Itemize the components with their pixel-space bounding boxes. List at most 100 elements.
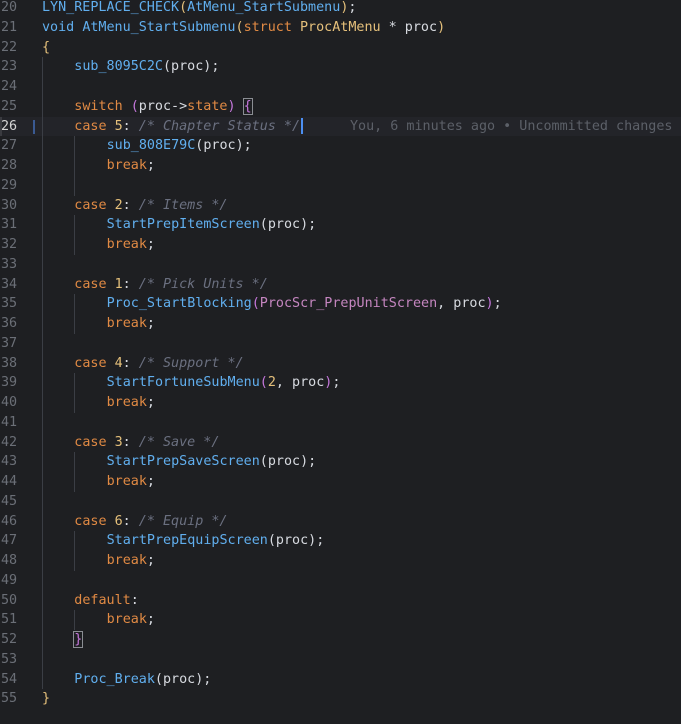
code-line[interactable]: 44 break; [0, 472, 681, 492]
line-number[interactable]: 25 [0, 97, 25, 117]
code-line[interactable]: 53 [0, 649, 681, 670]
code-line[interactable]: 21 void AtMenu_StartSubmenu(struct ProcAt… [0, 18, 681, 38]
code-line[interactable]: 37 [0, 333, 681, 354]
code-token: ; [348, 0, 357, 15]
indent-guide [42, 570, 43, 591]
code-line[interactable]: 30 case 2: /* Items */ [0, 195, 681, 216]
code-text: StartPrepItemScreen(proc); [107, 215, 317, 235]
indent-guide [42, 630, 43, 650]
line-number[interactable]: 36 [0, 314, 25, 334]
code-text: { [42, 38, 50, 58]
code-text: LYN_REPLACE_CHECK(AtMenu_StartSubmenu); [42, 0, 356, 18]
code-line[interactable]: 22 { [0, 38, 681, 58]
code-line[interactable]: 34 case 1: /* Pick Units */ [0, 274, 681, 295]
line-number[interactable]: 50 [0, 591, 25, 611]
code-token: break [106, 395, 147, 410]
code-line[interactable]: 39 StartFortuneSubMenu(2, proc); [0, 373, 681, 393]
line-number[interactable]: 34 [0, 275, 25, 295]
code-line[interactable]: 35 Proc_StartBlocking(ProcScr_PrepUnitScr… [0, 294, 681, 314]
code-token: LYN_REPLACE_CHECK [42, 0, 180, 15]
line-number[interactable]: 28 [0, 156, 25, 176]
code-line[interactable]: 43 StartPrepSaveScreen(proc); [0, 452, 681, 472]
code-line[interactable]: 26 case 5: /* Chapter Status */ You, 6 min… [0, 116, 681, 137]
code-line[interactable]: 20 LYN_REPLACE_CHECK(AtMenu_StartSubmenu)… [0, 0, 681, 18]
indent-guide [42, 353, 43, 374]
code-line[interactable]: 40 break; [0, 393, 681, 413]
line-number[interactable]: 27 [0, 136, 25, 156]
code-line[interactable]: 50 default: [0, 590, 681, 611]
line-number[interactable]: 26 [0, 117, 25, 137]
line-number[interactable]: 33 [0, 255, 25, 275]
code-token: StartPrepItemScreen [106, 217, 260, 233]
code-line[interactable]: 28 break; [0, 156, 681, 176]
line-number[interactable]: 51 [0, 610, 25, 630]
code-token: { [242, 97, 253, 115]
line-number[interactable]: 55 [0, 689, 25, 709]
code-line[interactable]: 54 Proc_Break(proc); [0, 669, 681, 690]
code-line[interactable]: 55} [0, 689, 681, 709]
line-number[interactable]: 41 [0, 413, 25, 433]
code-token: struct [243, 19, 300, 35]
code-token: 2 [114, 197, 123, 213]
indent-guide [74, 551, 76, 571]
indent-guide [42, 136, 43, 156]
line-number[interactable]: 35 [0, 294, 25, 314]
code-line[interactable]: 41 [0, 412, 681, 433]
code-token: void [42, 19, 83, 35]
code-line[interactable]: 38 case 4: /* Support */ [0, 353, 681, 374]
code-line[interactable]: 52} [0, 630, 681, 650]
indent-guide [74, 373, 76, 393]
line-number[interactable]: 44 [0, 472, 25, 492]
line-number[interactable]: 53 [0, 650, 25, 670]
line-number[interactable]: 48 [0, 551, 25, 571]
line-number[interactable]: 22 [0, 38, 25, 58]
line-number[interactable]: 45 [0, 492, 25, 512]
code-line[interactable]: 49 [0, 570, 681, 591]
code-line[interactable]: 23 sub_8095C2C(proc); [0, 57, 681, 77]
code-text: case 2: /* Items */ [74, 196, 227, 216]
indent-guide [74, 472, 76, 492]
code-line[interactable]: 36 break; [0, 314, 681, 334]
line-number[interactable]: 30 [0, 196, 25, 216]
line-number[interactable]: 37 [0, 334, 25, 354]
line-number[interactable]: 39 [0, 373, 25, 393]
code-line[interactable]: 47 StartPrepEquipScreen(proc); [0, 531, 681, 551]
code-editor[interactable]: 20 LYN_REPLACE_CHECK(AtMenu_StartSubmenu)… [0, 0, 681, 709]
code-line[interactable]: 46 case 6: /* Equip */ [0, 511, 681, 532]
line-number[interactable]: 23 [0, 57, 25, 77]
code-line[interactable]: 33 [0, 254, 681, 275]
line-number[interactable]: 38 [0, 354, 25, 374]
code-text: case 6: /* Equip */ [74, 512, 227, 532]
line-number[interactable]: 31 [0, 215, 25, 235]
code-text: break; [107, 610, 155, 630]
line-number[interactable]: 40 [0, 393, 25, 413]
line-number[interactable]: 47 [0, 531, 25, 551]
line-number[interactable]: 32 [0, 235, 25, 255]
code-line[interactable]: 24 [0, 77, 681, 97]
code-line[interactable]: 51 break; [0, 610, 681, 630]
line-number[interactable]: 54 [0, 670, 25, 690]
code-line[interactable]: 31 StartPrepItemScreen(proc); [0, 215, 681, 235]
line-number[interactable]: 20 [0, 0, 25, 18]
indent-guide [42, 511, 43, 532]
code-token: Proc_Break [74, 671, 155, 687]
code-token: break [106, 158, 147, 173]
code-line[interactable]: 29 [0, 175, 681, 196]
line-number[interactable]: 21 [0, 18, 25, 38]
line-number[interactable]: 42 [0, 433, 25, 453]
line-number[interactable]: 43 [0, 452, 25, 472]
line-number[interactable]: 24 [0, 77, 25, 97]
code-line[interactable]: 27 sub_808E79C(proc); [0, 136, 681, 156]
code-line[interactable]: 42 case 3: /* Save */ [0, 432, 681, 453]
line-number[interactable]: 46 [0, 512, 25, 532]
code-line[interactable]: 25 switch (proc->state) { [0, 96, 681, 117]
line-number[interactable]: 29 [0, 176, 25, 196]
indent-guide [42, 531, 43, 551]
code-token: ( [251, 296, 260, 312]
code-token: StartPrepEquipScreen [106, 533, 268, 549]
code-line[interactable]: 45 [0, 491, 681, 512]
line-number[interactable]: 49 [0, 571, 25, 591]
code-line[interactable]: 48 break; [0, 551, 681, 571]
code-line[interactable]: 32 break; [0, 235, 681, 255]
line-number[interactable]: 52 [0, 630, 25, 650]
